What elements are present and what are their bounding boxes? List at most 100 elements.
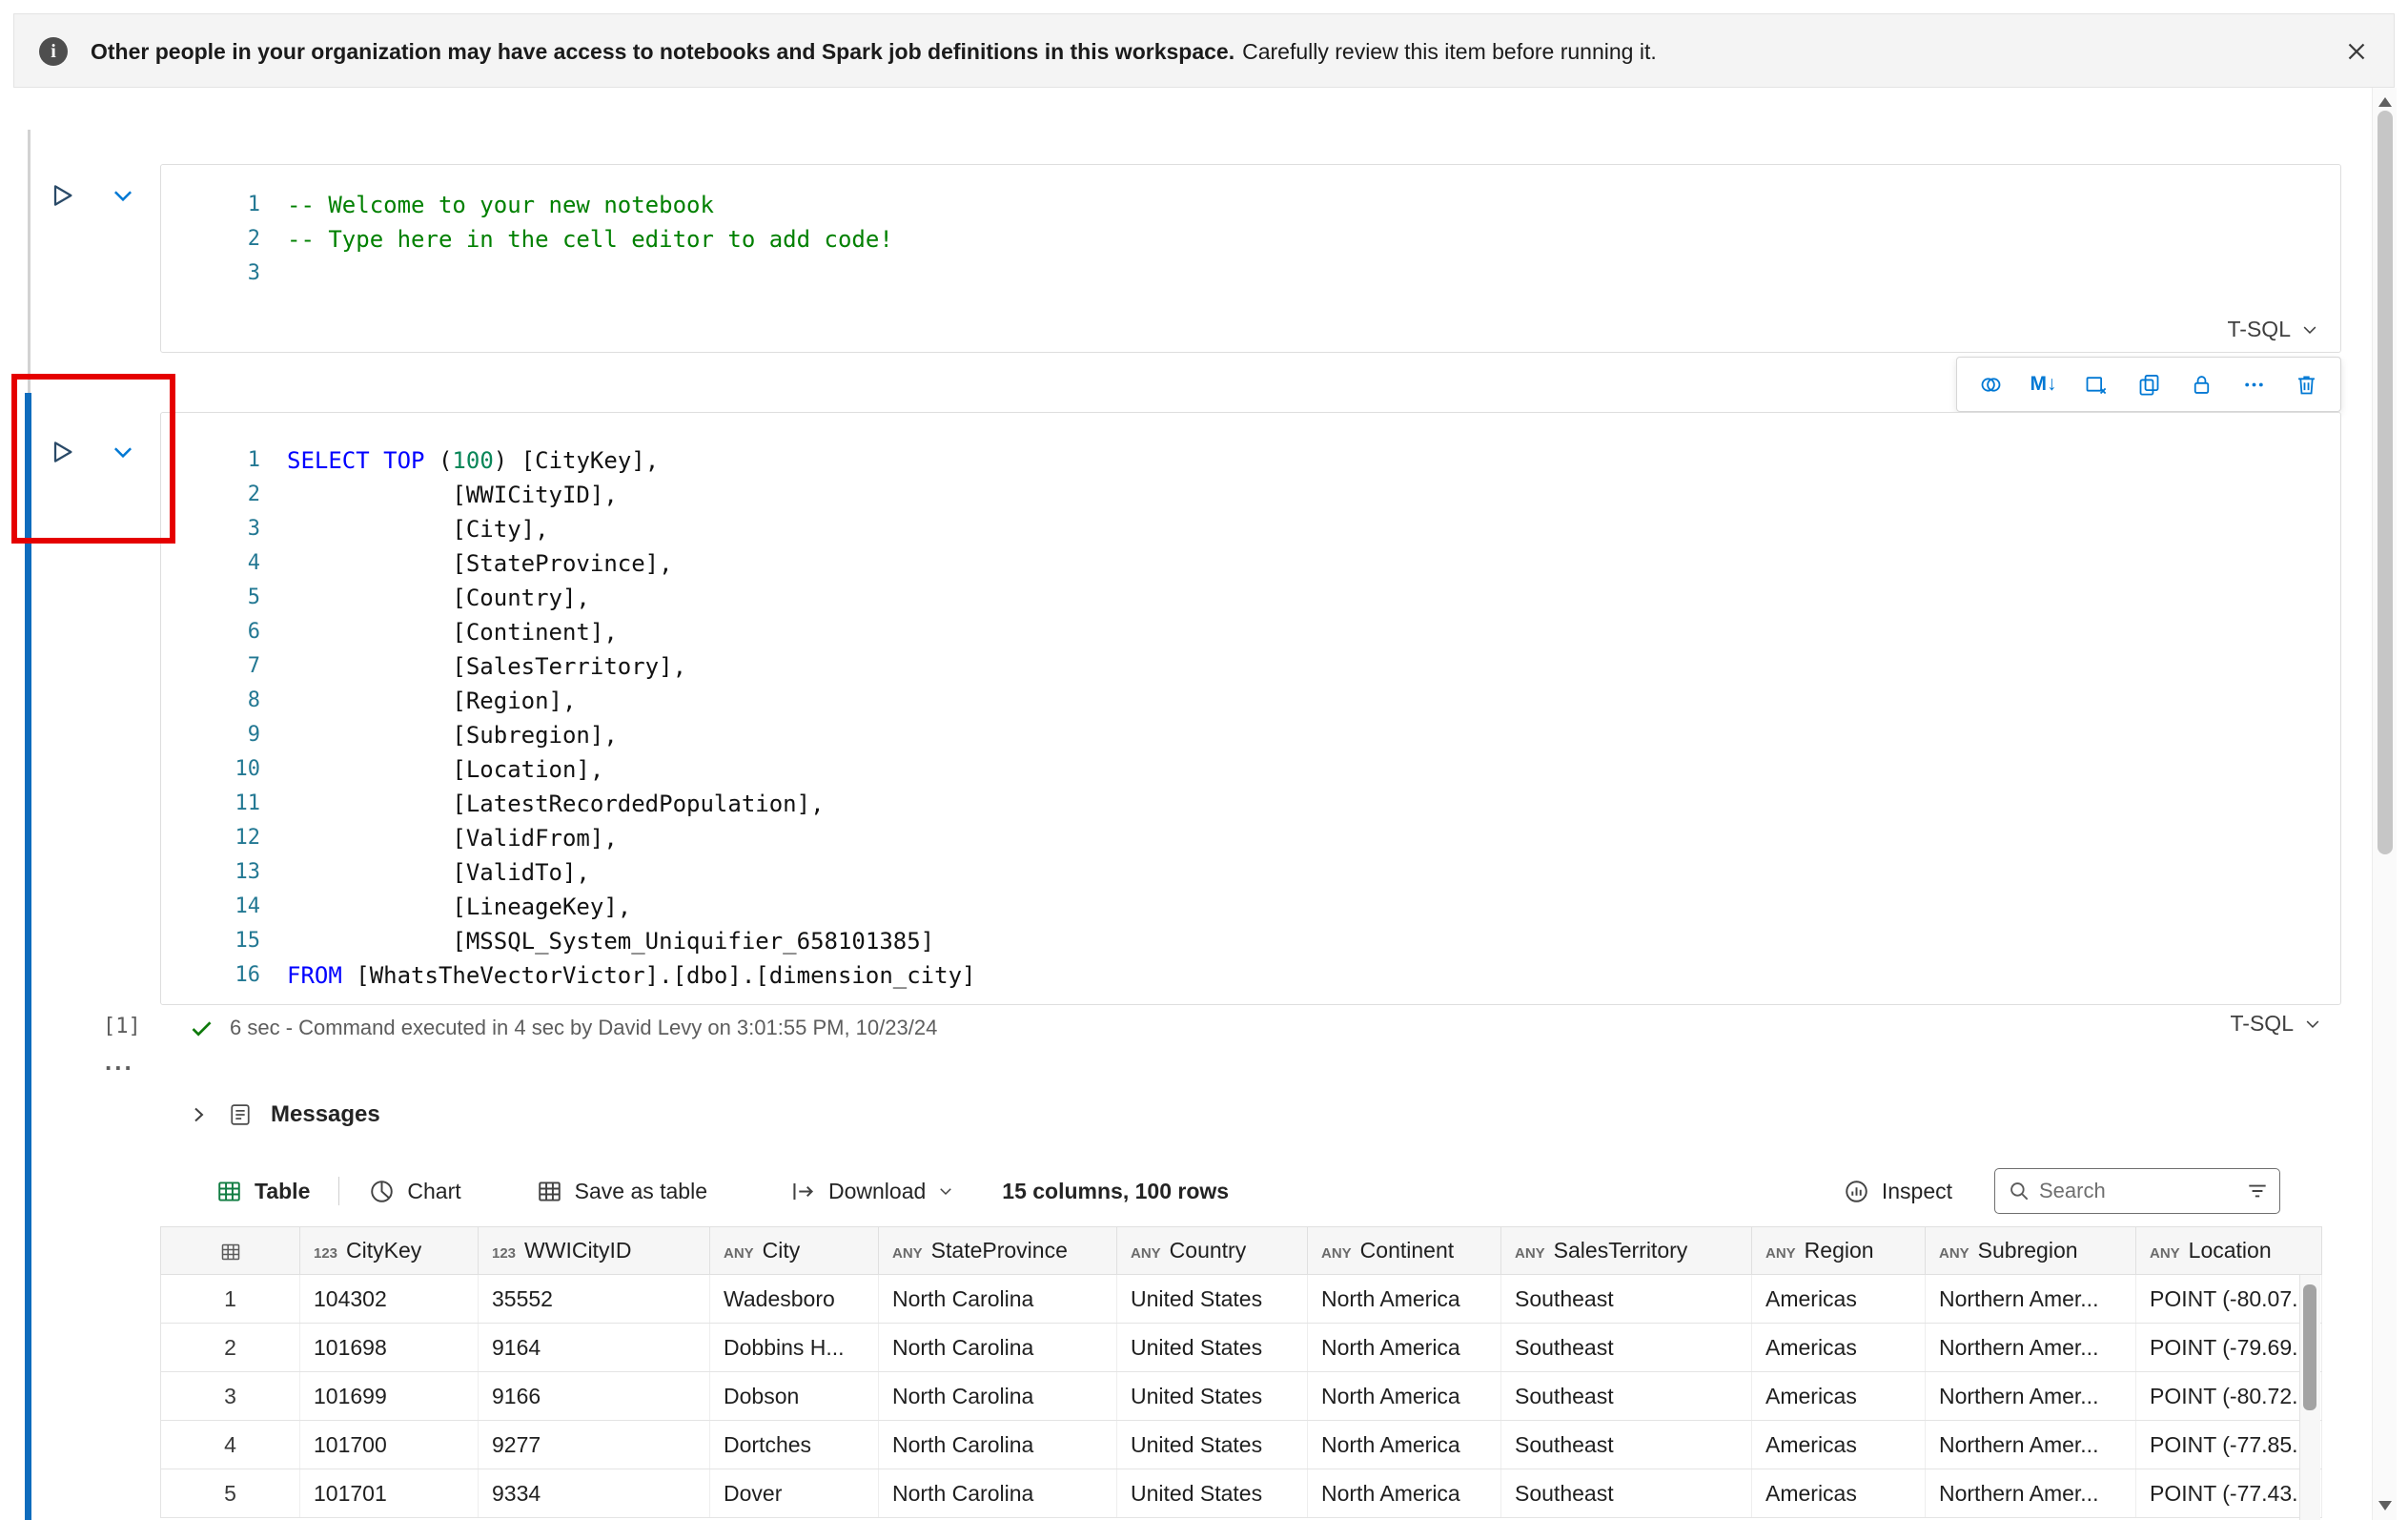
clear-output-icon[interactable] [2077, 365, 2115, 403]
table-cell[interactable]: North America [1307, 1274, 1501, 1324]
table-cell[interactable]: Dortches [709, 1420, 879, 1469]
code-line[interactable]: 3 [161, 257, 2340, 291]
table-cell[interactable]: Northern Amer... [1925, 1274, 2136, 1324]
code-line[interactable]: 3 [City], [161, 512, 2340, 546]
code-line[interactable]: 1 SELECT TOP (100) [CityKey], [161, 443, 2340, 478]
code-line[interactable]: 15 [MSSQL_System_Uniquifier_658101385] [161, 924, 2340, 958]
table-cell[interactable]: Dobbins H... [709, 1323, 879, 1372]
page-scrollbar-thumb[interactable] [2377, 111, 2393, 854]
table-cell[interactable]: Americas [1751, 1469, 1926, 1518]
row-number-header[interactable] [160, 1226, 300, 1275]
scroll-down-icon[interactable] [2378, 1501, 2392, 1510]
table-cell[interactable]: North America [1307, 1420, 1501, 1469]
table-cell[interactable]: 9277 [478, 1420, 710, 1469]
search-input[interactable] [2039, 1179, 2237, 1203]
table-cell[interactable]: Americas [1751, 1371, 1926, 1421]
cell-2-code-editor[interactable]: 1 SELECT TOP (100) [CityKey], 2 [WWICityID… [161, 443, 2340, 993]
more-actions-icon[interactable] [2235, 365, 2274, 403]
table-cell[interactable]: Southeast [1500, 1469, 1752, 1518]
code-line[interactable]: 11 [LatestRecordedPopulation], [161, 787, 2340, 821]
table-row[interactable]: 4 101700 9277 Dortches North Carolina United … [160, 1420, 2322, 1469]
table-cell[interactable]: Wadesboro [709, 1274, 879, 1324]
table-cell[interactable]: 101698 [299, 1323, 479, 1372]
table-cell[interactable]: Dobson [709, 1371, 879, 1421]
copy-cell-icon[interactable] [2130, 365, 2168, 403]
column-header-Region[interactable]: ANY Region [1751, 1226, 1926, 1275]
table-cell[interactable]: Southeast [1500, 1323, 1752, 1372]
output-collapse-dots[interactable]: ... [105, 1047, 134, 1077]
table-row[interactable]: 3 101699 9166 Dobson North Carolina United St… [160, 1371, 2322, 1421]
cell-1-code-editor[interactable]: 1 -- Welcome to your new notebook 2 -- Type… [161, 188, 2340, 291]
table-cell[interactable]: 101700 [299, 1420, 479, 1469]
collapse-cell-1-chevron-icon[interactable] [106, 178, 140, 213]
table-cell[interactable]: Southeast [1500, 1420, 1752, 1469]
table-cell[interactable]: North Carolina [878, 1420, 1117, 1469]
table-cell[interactable]: 101701 [299, 1469, 479, 1518]
language-selector-cell-1[interactable]: T-SQL [2228, 317, 2319, 342]
grid-scrollbar[interactable] [2299, 1275, 2320, 1520]
table-cell[interactable]: 35552 [478, 1274, 710, 1324]
scroll-up-icon[interactable] [2378, 97, 2392, 107]
code-line[interactable]: 16 FROM [WhatsTheVectorVictor].[dbo].[dim… [161, 958, 2340, 993]
table-cell[interactable]: North America [1307, 1371, 1501, 1421]
table-cell[interactable]: 9334 [478, 1469, 710, 1518]
tab-table[interactable]: Table [215, 1178, 310, 1205]
table-cell[interactable]: North America [1307, 1469, 1501, 1518]
table-cell[interactable]: POINT (-77.43. [2135, 1469, 2322, 1518]
column-header-Country[interactable]: ANY Country [1116, 1226, 1308, 1275]
table-row[interactable]: 1 104302 35552 Wadesboro North Carolina Unite… [160, 1274, 2322, 1324]
save-as-table-button[interactable]: Save as table [536, 1178, 707, 1205]
code-cell-1[interactable]: 1 -- Welcome to your new notebook 2 -- Type… [160, 164, 2341, 353]
table-cell[interactable]: 104302 [299, 1274, 479, 1324]
run-cell-1-button[interactable] [44, 178, 78, 213]
grid-scrollbar-thumb[interactable] [2303, 1284, 2316, 1410]
table-cell[interactable]: POINT (-77.85. [2135, 1420, 2322, 1469]
toggle-parameters-icon[interactable] [1971, 365, 2010, 403]
table-cell[interactable]: North Carolina [878, 1469, 1117, 1518]
table-cell[interactable]: United States [1116, 1371, 1308, 1421]
table-cell[interactable]: 9164 [478, 1323, 710, 1372]
code-line[interactable]: 4 [StateProvince], [161, 546, 2340, 581]
table-cell[interactable]: North Carolina [878, 1274, 1117, 1324]
code-line[interactable]: 12 [ValidFrom], [161, 821, 2340, 855]
delete-cell-icon[interactable] [2288, 365, 2326, 403]
table-cell[interactable]: Americas [1751, 1420, 1926, 1469]
code-line[interactable]: 2 [WWICityID], [161, 478, 2340, 512]
table-cell[interactable]: Americas [1751, 1274, 1926, 1324]
lock-cell-icon[interactable] [2182, 365, 2220, 403]
table-cell[interactable]: POINT (-80.07. [2135, 1274, 2322, 1324]
page-scrollbar[interactable] [2372, 88, 2397, 1520]
code-line[interactable]: 8 [Region], [161, 684, 2340, 718]
code-line[interactable]: 14 [LineageKey], [161, 890, 2340, 924]
column-header-Location[interactable]: ANY Location [2135, 1226, 2322, 1275]
table-cell[interactable]: Southeast [1500, 1274, 1752, 1324]
inspect-button[interactable]: Inspect [1843, 1178, 1952, 1205]
table-cell[interactable]: Americas [1751, 1323, 1926, 1372]
table-cell[interactable]: United States [1116, 1274, 1308, 1324]
column-header-SalesTerritory[interactable]: ANY SalesTerritory [1500, 1226, 1752, 1275]
column-header-Continent[interactable]: ANY Continent [1307, 1226, 1501, 1275]
table-cell[interactable]: United States [1116, 1420, 1308, 1469]
table-cell[interactable]: Northern Amer... [1925, 1371, 2136, 1421]
markdown-icon[interactable]: M↓ [2025, 365, 2063, 403]
download-button[interactable]: Download [789, 1178, 954, 1205]
language-selector-cell-2[interactable]: T-SQL [2231, 1011, 2322, 1037]
column-header-City[interactable]: ANY City [709, 1226, 879, 1275]
code-line[interactable]: 9 [Subregion], [161, 718, 2340, 752]
table-cell[interactable]: 9166 [478, 1371, 710, 1421]
table-cell[interactable]: Northern Amer... [1925, 1469, 2136, 1518]
table-cell[interactable]: United States [1116, 1323, 1308, 1372]
table-row[interactable]: 5 101701 9334 Dover North Carolina United Sta… [160, 1469, 2322, 1518]
messages-section-header[interactable]: Messages [187, 1091, 380, 1139]
tab-chart[interactable]: Chart [368, 1178, 461, 1205]
table-row[interactable]: 2 101698 9164 Dobbins H... North Carolina Uni… [160, 1323, 2322, 1372]
column-header-StateProvince[interactable]: ANY StateProvince [878, 1226, 1117, 1275]
close-icon[interactable] [2342, 37, 2371, 66]
table-cell[interactable]: North Carolina [878, 1323, 1117, 1372]
table-cell[interactable]: Northern Amer... [1925, 1420, 2136, 1469]
table-cell[interactable]: 101699 [299, 1371, 479, 1421]
table-cell[interactable]: Dover [709, 1469, 879, 1518]
code-line[interactable]: 1 -- Welcome to your new notebook [161, 188, 2340, 222]
column-header-WWICityID[interactable]: 123 WWICityID [478, 1226, 710, 1275]
table-cell[interactable]: POINT (-79.69. [2135, 1323, 2322, 1372]
